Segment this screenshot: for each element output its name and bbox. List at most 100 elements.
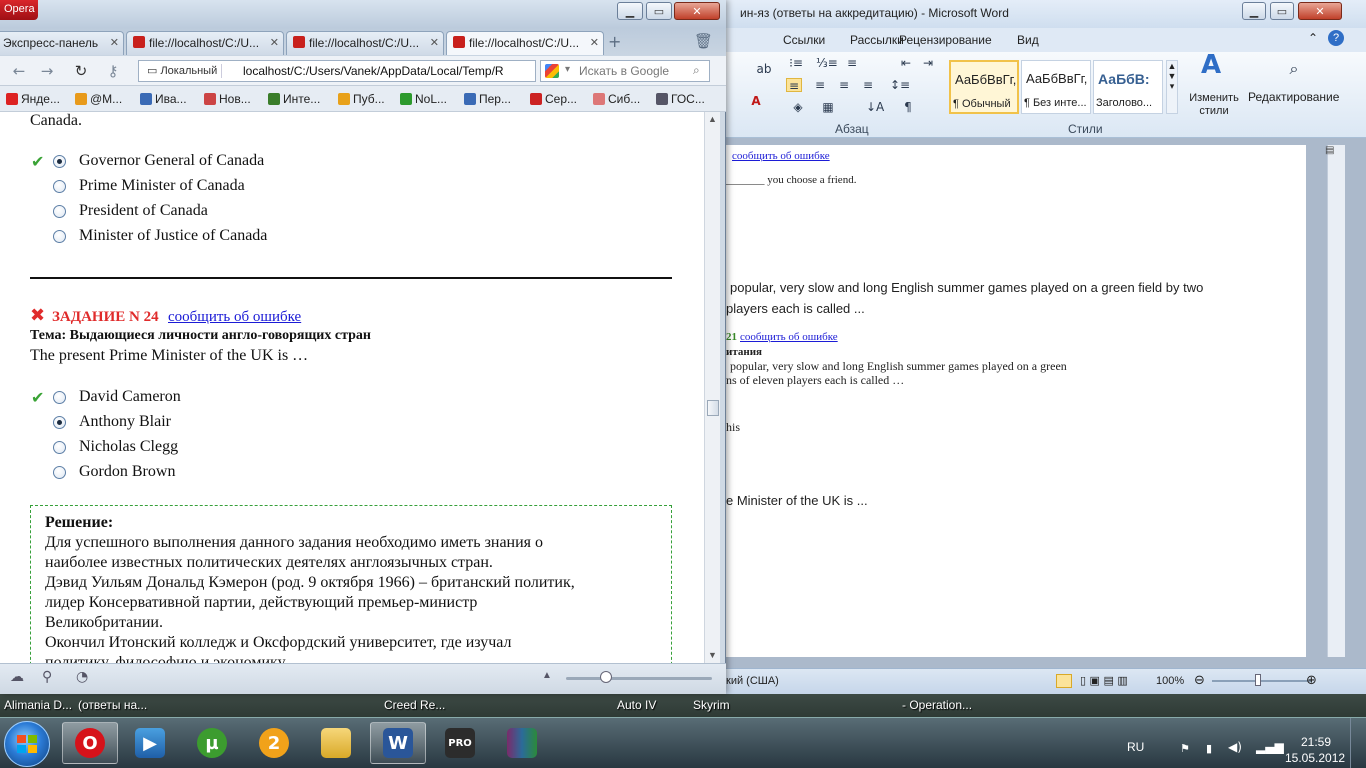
search-engine-dropdown-icon[interactable]: ▾ [565,64,570,75]
page-zoom-slider[interactable] [566,677,712,680]
desktop-label[interactable]: Skyrim [693,698,730,712]
network-icon[interactable]: ▂▄▆ [1256,740,1284,754]
address-bar[interactable]: ▭ Локальный localhost/C:/Users/Vanek/App… [138,60,536,82]
align-left-icon[interactable]: ≡ [786,78,802,93]
desktop-label[interactable]: Creed Re... [384,698,445,712]
tab-review[interactable]: Рецензирование [899,33,992,47]
taskbar-media-player[interactable]: ▶ [122,722,178,764]
answer-option[interactable]: President of Canada [79,202,208,220]
taskbar-opera[interactable]: O [62,722,118,764]
taskbar-winrar[interactable] [494,722,550,764]
answer-radio[interactable] [53,391,66,404]
taskbar-utorrent[interactable]: µ [184,722,240,764]
maximize-button[interactable]: ▭ [646,2,672,20]
key-icon[interactable]: ⚷ [104,62,122,80]
speed-icon[interactable]: ◔ [76,669,88,685]
zoom-popup-icon[interactable]: ▲ [542,670,552,681]
answer-radio[interactable] [53,466,66,479]
address-text[interactable]: localhost/C:/Users/Vanek/AppData/Local/T… [243,64,533,78]
answer-radio[interactable] [53,441,66,454]
ruler-toggle-icon[interactable]: ▤ [1325,145,1334,156]
justify-icon[interactable]: ≡ [860,78,876,92]
style-normal[interactable]: АаБбВвГг, ¶ Обычный [949,60,1019,114]
close-tab-icon[interactable]: ✕ [590,36,599,49]
taskbar-word[interactable]: W [370,722,426,764]
sort-icon[interactable]: ↓A [866,100,884,114]
tab-references[interactable]: Ссылки [783,33,825,47]
reload-icon[interactable]: ↻ [72,62,90,80]
zoom-slider-handle[interactable] [1255,674,1261,686]
bookmark-item[interactable]: Пуб... [338,92,385,106]
bookmark-item[interactable]: Инте... [268,92,320,106]
answer-option[interactable]: Minister of Justice of Canada [79,227,267,245]
new-tab-icon[interactable]: + [608,32,621,51]
zoom-slider[interactable] [1212,680,1312,682]
tab-file[interactable]: file://localhost/C:/U... ✕ [286,31,444,55]
binoculars-icon[interactable]: ⌕ [1284,61,1304,82]
pilcrow-icon[interactable]: ¶ [900,100,916,114]
word-vertical-scrollbar[interactable] [1327,145,1345,657]
zoom-in-icon[interactable]: ⊕ [1306,673,1317,688]
change-styles-icon[interactable]: A [1196,52,1226,88]
search-icon[interactable]: ⌕ [693,63,700,78]
font-color-icon[interactable]: A [748,94,764,108]
align-right-icon[interactable]: ≡ [836,78,852,92]
status-language[interactable]: кий (США) [726,675,779,687]
answer-option[interactable]: David Cameron [79,388,181,406]
opera-menu-button[interactable]: Opera [0,0,38,20]
zoom-out-icon[interactable]: ⊖ [1194,673,1205,688]
answer-option[interactable]: Anthony Blair [79,413,171,431]
zoom-level[interactable]: 100% [1156,675,1184,687]
taskbar-explorer[interactable] [308,722,364,764]
view-buttons-icon[interactable]: ▯ ▣ ▤ ▥ [1080,674,1128,687]
word-page[interactable]: сообщить об ошибке _______ you choose a … [720,145,1306,657]
line-spacing-icon[interactable]: ↕≡ [890,78,910,92]
scroll-down-icon[interactable]: ▼ [708,650,717,660]
help-icon[interactable]: ? [1328,30,1344,46]
print-layout-view-icon[interactable] [1056,674,1072,688]
bookmark-item[interactable]: @M... [75,92,122,106]
start-button[interactable] [4,721,50,767]
answer-option[interactable]: Governor General of Canada [79,152,264,170]
search-field[interactable]: ▾ Искать в Google ⌕ [540,60,710,82]
desktop-label[interactable]: Alimania D... [4,698,72,712]
style-no-spacing[interactable]: АаБбВвГг, ¶ Без инте... [1021,60,1091,114]
page-vertical-scrollbar[interactable]: ▲ ▼ [704,112,720,663]
scroll-up-icon[interactable]: ▲ [708,114,717,124]
answer-radio[interactable] [53,155,66,168]
show-desktop-button[interactable] [1350,718,1366,768]
answer-radio[interactable] [53,205,66,218]
bookmark-item[interactable]: Ива... [140,92,187,106]
bookmark-item[interactable]: Сиб... [593,92,640,106]
numbering-icon[interactable]: ⅓≡ [816,56,838,70]
bookmark-item[interactable]: Пер... [464,92,511,106]
scroll-thumb[interactable] [707,400,719,416]
clear-format-icon[interactable]: ab [756,62,772,76]
editing-label[interactable]: Редактирование [1248,90,1339,104]
multilevel-list-icon[interactable]: ≡ [844,56,860,70]
taskbar-app[interactable]: 2 [246,722,302,764]
flag-icon[interactable]: ⚑ [1180,742,1190,755]
bookmark-item[interactable]: Нов... [204,92,251,106]
increase-indent-icon[interactable]: ⇥ [920,56,936,70]
tab-file-active[interactable]: file://localhost/C:/U... ✕ [446,31,604,55]
tab-view[interactable]: Вид [1017,33,1039,47]
desktop-label[interactable]: - Operation... [902,698,972,712]
style-heading[interactable]: АаБбВ: Заголово... [1093,60,1163,114]
volume-icon[interactable]: ◀) [1228,740,1242,754]
bookmark-item[interactable]: ГОС... [656,92,705,106]
tab-speed-dial[interactable]: Экспресс-панель ✕ [0,31,124,55]
forward-icon[interactable]: → [38,62,56,80]
bullets-icon[interactable]: ⁝≡ [788,56,804,70]
close-button[interactable]: ✕ [1298,2,1342,20]
maximize-button[interactable]: ▭ [1270,2,1294,20]
answer-radio[interactable] [53,230,66,243]
bookmark-item[interactable]: Сер... [530,92,577,106]
close-tab-icon[interactable]: ✕ [270,36,279,49]
language-indicator[interactable]: RU [1127,740,1144,754]
close-button[interactable]: ✕ [674,2,720,20]
borders-icon[interactable]: ▦ [820,100,836,114]
bookmark-item[interactable]: Янде... [6,92,60,106]
answer-option[interactable]: Nicholas Clegg [79,438,178,456]
decrease-indent-icon[interactable]: ⇤ [898,56,914,70]
